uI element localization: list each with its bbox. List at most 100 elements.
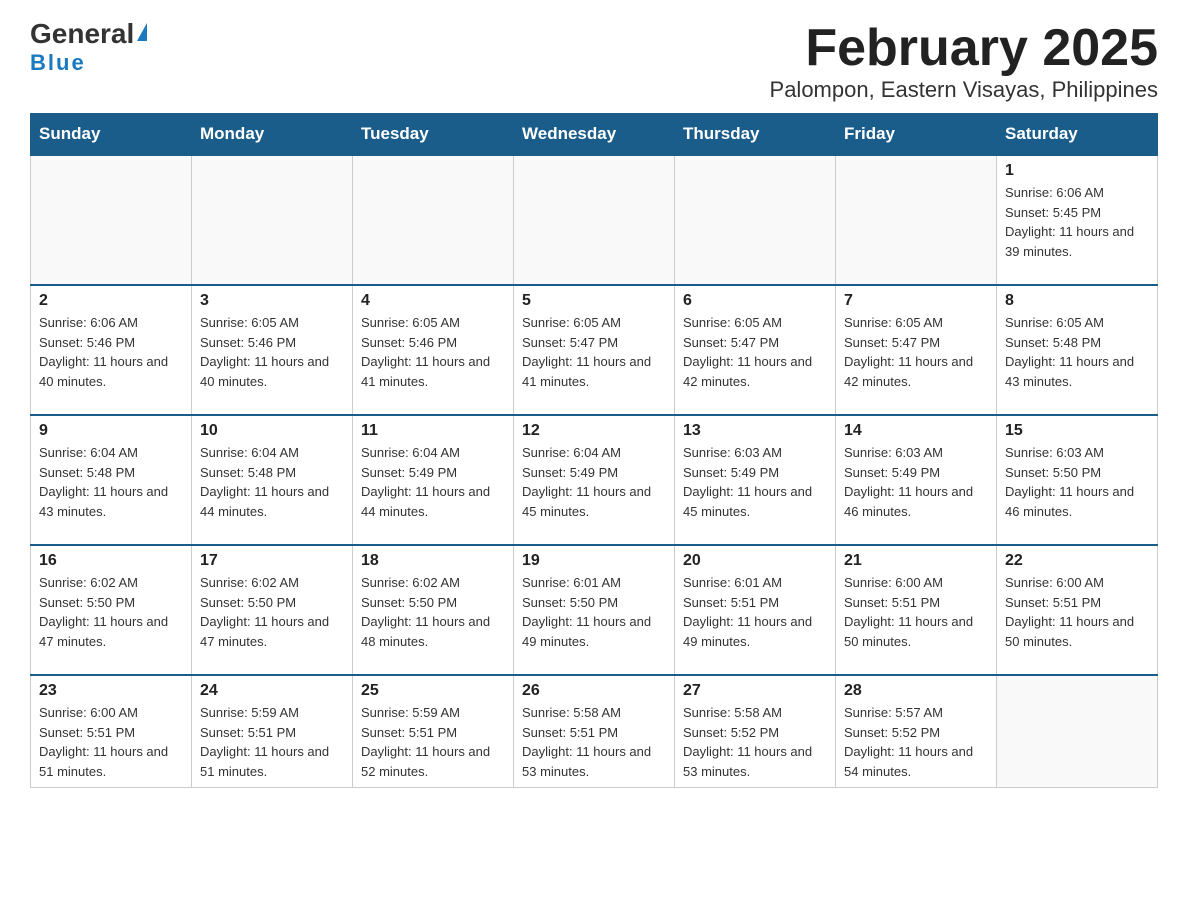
calendar-cell: 1 Sunrise: 6:06 AM Sunset: 5:45 PM Daylig…	[997, 155, 1158, 285]
day-info: Sunrise: 6:01 AM Sunset: 5:51 PM Dayligh…	[683, 573, 827, 651]
day-of-week-header: Tuesday	[353, 114, 514, 156]
day-of-week-header: Sunday	[31, 114, 192, 156]
calendar-cell: 19Sunrise: 6:01 AM Sunset: 5:50 PM Dayli…	[514, 545, 675, 675]
day-number: 12	[522, 422, 666, 440]
calendar-cell: 23 Sunrise: 6:00 AM Sunset: 5:51 PM Dayli…	[31, 675, 192, 788]
day-info: Sunrise: 6:04 AM Sunset: 5:49 PM Dayligh…	[361, 443, 505, 521]
day-number: 15	[1005, 422, 1149, 440]
day-number: 27	[683, 682, 827, 700]
calendar-cell: 16 Sunrise: 6:02 AM Sunset: 5:50 PM Dayli…	[31, 545, 192, 675]
day-info: Sunrise: 6:05 AM Sunset: 5:47 PM Dayligh…	[683, 313, 827, 391]
day-info: Sunrise: 6:04 AM Sunset: 5:48 PM Dayligh…	[200, 443, 344, 521]
calendar-week-row: 1 Sunrise: 6:06 AM Sunset: 5:45 PM Daylig…	[31, 155, 1158, 285]
day-info: Sunrise: 6:00 AM Sunset: 5:51 PM Dayligh…	[39, 703, 183, 781]
logo-general-text: General	[30, 20, 134, 48]
day-number: 13	[683, 422, 827, 440]
calendar-cell: 6Sunrise: 6:05 AM Sunset: 5:47 PM Daylig…	[675, 285, 836, 415]
day-number: 20	[683, 552, 827, 570]
day-number: 17	[200, 552, 344, 570]
day-info: Sunrise: 6:06 AM Sunset: 5:46 PM Dayligh…	[39, 313, 183, 391]
day-number: 4	[361, 292, 505, 310]
logo-blue-text: Blue	[30, 50, 86, 76]
calendar-table: SundayMondayTuesdayWednesdayThursdayFrid…	[30, 113, 1158, 788]
logo-triangle-icon	[137, 23, 147, 41]
day-number: 8	[1005, 292, 1149, 310]
calendar-cell: 12 Sunrise: 6:04 AM Sunset: 5:49 PM Dayli…	[514, 415, 675, 545]
day-info: Sunrise: 6:04 AM Sunset: 5:48 PM Dayligh…	[39, 443, 183, 521]
calendar-cell	[836, 155, 997, 285]
day-info: Sunrise: 6:03 AM Sunset: 5:49 PM Dayligh…	[844, 443, 988, 521]
day-of-week-header: Wednesday	[514, 114, 675, 156]
calendar-cell: 10Sunrise: 6:04 AM Sunset: 5:48 PM Dayli…	[192, 415, 353, 545]
day-number: 7	[844, 292, 988, 310]
calendar-cell: 15 Sunrise: 6:03 AM Sunset: 5:50 PM Dayli…	[997, 415, 1158, 545]
day-number: 23	[39, 682, 183, 700]
day-number: 24	[200, 682, 344, 700]
day-number: 5	[522, 292, 666, 310]
day-number: 25	[361, 682, 505, 700]
calendar-cell: 8Sunrise: 6:05 AM Sunset: 5:48 PM Daylig…	[997, 285, 1158, 415]
calendar-cell	[192, 155, 353, 285]
calendar-cell: 4 Sunrise: 6:05 AM Sunset: 5:46 PM Daylig…	[353, 285, 514, 415]
day-number: 2	[39, 292, 183, 310]
day-number: 9	[39, 422, 183, 440]
calendar-cell: 18Sunrise: 6:02 AM Sunset: 5:50 PM Dayli…	[353, 545, 514, 675]
day-info: Sunrise: 6:00 AM Sunset: 5:51 PM Dayligh…	[844, 573, 988, 651]
calendar-header-row: SundayMondayTuesdayWednesdayThursdayFrid…	[31, 114, 1158, 156]
calendar-week-row: 16 Sunrise: 6:02 AM Sunset: 5:50 PM Dayli…	[31, 545, 1158, 675]
page-header: General Blue February 2025 Palompon, Eas…	[30, 20, 1158, 103]
calendar-week-row: 9 Sunrise: 6:04 AM Sunset: 5:48 PM Daylig…	[31, 415, 1158, 545]
calendar-cell: 17 Sunrise: 6:02 AM Sunset: 5:50 PM Dayli…	[192, 545, 353, 675]
day-of-week-header: Friday	[836, 114, 997, 156]
calendar-cell: 26 Sunrise: 5:58 AM Sunset: 5:51 PM Dayli…	[514, 675, 675, 788]
calendar-cell: 24 Sunrise: 5:59 AM Sunset: 5:51 PM Dayli…	[192, 675, 353, 788]
calendar-cell: 27 Sunrise: 5:58 AM Sunset: 5:52 PM Dayli…	[675, 675, 836, 788]
day-number: 19	[522, 552, 666, 570]
calendar-cell: 14 Sunrise: 6:03 AM Sunset: 5:49 PM Dayli…	[836, 415, 997, 545]
day-info: Sunrise: 6:02 AM Sunset: 5:50 PM Dayligh…	[200, 573, 344, 651]
calendar-cell	[353, 155, 514, 285]
logo: General Blue	[30, 20, 147, 76]
day-number: 3	[200, 292, 344, 310]
day-of-week-header: Monday	[192, 114, 353, 156]
day-number: 26	[522, 682, 666, 700]
calendar-week-row: 2 Sunrise: 6:06 AM Sunset: 5:46 PM Daylig…	[31, 285, 1158, 415]
calendar-cell	[31, 155, 192, 285]
calendar-cell	[997, 675, 1158, 788]
calendar-cell: 2 Sunrise: 6:06 AM Sunset: 5:46 PM Daylig…	[31, 285, 192, 415]
day-info: Sunrise: 6:05 AM Sunset: 5:47 PM Dayligh…	[522, 313, 666, 391]
day-info: Sunrise: 5:57 AM Sunset: 5:52 PM Dayligh…	[844, 703, 988, 781]
day-number: 1	[1005, 162, 1149, 180]
calendar-cell: 22Sunrise: 6:00 AM Sunset: 5:51 PM Dayli…	[997, 545, 1158, 675]
calendar-cell	[514, 155, 675, 285]
day-info: Sunrise: 6:05 AM Sunset: 5:46 PM Dayligh…	[361, 313, 505, 391]
day-number: 22	[1005, 552, 1149, 570]
day-info: Sunrise: 6:05 AM Sunset: 5:46 PM Dayligh…	[200, 313, 344, 391]
calendar-cell: 5 Sunrise: 6:05 AM Sunset: 5:47 PM Daylig…	[514, 285, 675, 415]
day-info: Sunrise: 6:02 AM Sunset: 5:50 PM Dayligh…	[39, 573, 183, 651]
day-number: 11	[361, 422, 505, 440]
calendar-cell: 7 Sunrise: 6:05 AM Sunset: 5:47 PM Daylig…	[836, 285, 997, 415]
day-info: Sunrise: 6:05 AM Sunset: 5:47 PM Dayligh…	[844, 313, 988, 391]
title-block: February 2025 Palompon, Eastern Visayas,…	[770, 20, 1158, 103]
day-info: Sunrise: 6:06 AM Sunset: 5:45 PM Dayligh…	[1005, 183, 1149, 261]
calendar-cell: 3 Sunrise: 6:05 AM Sunset: 5:46 PM Daylig…	[192, 285, 353, 415]
day-number: 28	[844, 682, 988, 700]
day-info: Sunrise: 5:59 AM Sunset: 5:51 PM Dayligh…	[200, 703, 344, 781]
day-number: 18	[361, 552, 505, 570]
day-number: 16	[39, 552, 183, 570]
day-info: Sunrise: 5:58 AM Sunset: 5:52 PM Dayligh…	[683, 703, 827, 781]
calendar-cell: 13Sunrise: 6:03 AM Sunset: 5:49 PM Dayli…	[675, 415, 836, 545]
calendar-cell	[675, 155, 836, 285]
day-of-week-header: Saturday	[997, 114, 1158, 156]
calendar-cell: 21 Sunrise: 6:00 AM Sunset: 5:51 PM Dayli…	[836, 545, 997, 675]
day-number: 21	[844, 552, 988, 570]
day-info: Sunrise: 6:03 AM Sunset: 5:50 PM Dayligh…	[1005, 443, 1149, 521]
day-info: Sunrise: 5:58 AM Sunset: 5:51 PM Dayligh…	[522, 703, 666, 781]
day-info: Sunrise: 6:04 AM Sunset: 5:49 PM Dayligh…	[522, 443, 666, 521]
calendar-cell: 20 Sunrise: 6:01 AM Sunset: 5:51 PM Dayli…	[675, 545, 836, 675]
day-number: 14	[844, 422, 988, 440]
day-info: Sunrise: 5:59 AM Sunset: 5:51 PM Dayligh…	[361, 703, 505, 781]
calendar-cell: 28 Sunrise: 5:57 AM Sunset: 5:52 PM Dayli…	[836, 675, 997, 788]
calendar-cell: 25 Sunrise: 5:59 AM Sunset: 5:51 PM Dayli…	[353, 675, 514, 788]
